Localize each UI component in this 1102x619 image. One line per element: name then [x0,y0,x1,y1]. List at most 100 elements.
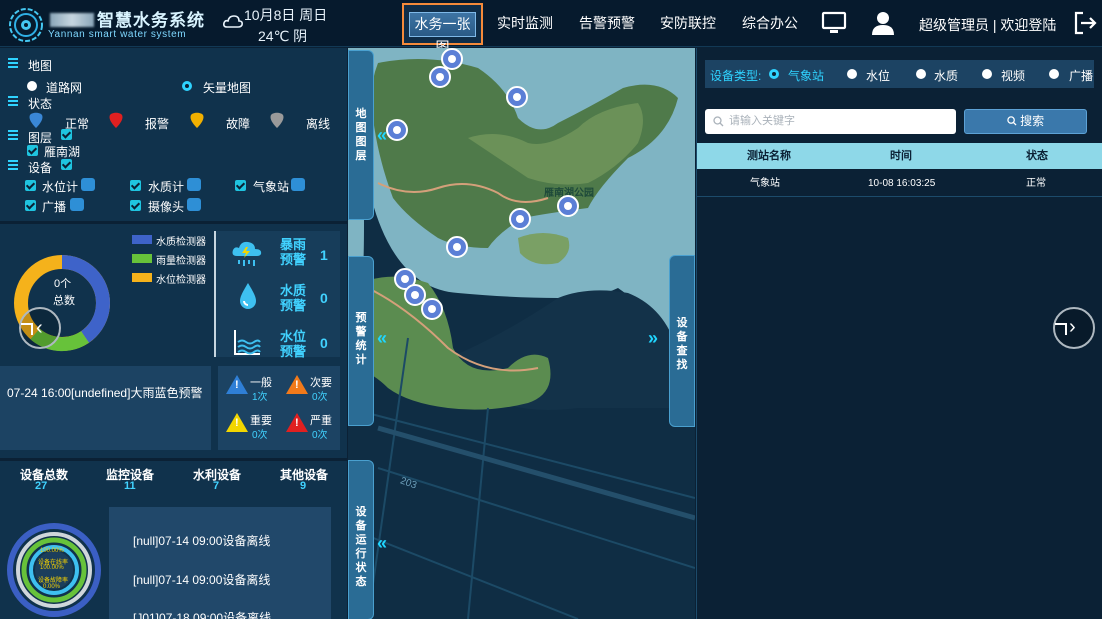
critical-level-count: 0次 [312,430,328,441]
device-pin-icon[interactable] [556,195,580,223]
important-level-icon: ! [226,413,248,432]
broadcast-label: 广播 [42,200,67,214]
minor-level-icon: ! [286,375,308,394]
logout-icon[interactable] [1073,11,1097,35]
type-video-radio[interactable] [982,69,992,79]
tab-water-map-label: 水务一张图 [409,12,476,55]
camera-checkbox[interactable] [130,200,141,211]
weather-station-checkbox[interactable] [235,180,246,191]
type-water-level-radio[interactable] [847,69,857,79]
water-quality-device-icon [187,178,201,191]
legend-water-level: 水位检测器 [156,275,206,286]
device-all-checkbox[interactable] [61,159,72,170]
chevron-left-icon[interactable]: « [377,328,387,349]
tab-office[interactable]: 综合办公 [742,13,798,33]
donut-center-value: 0个 [54,278,72,290]
logo-icon [9,8,43,42]
device-pin-icon[interactable] [420,298,444,326]
water-quality-checkbox[interactable] [130,180,141,191]
tab-warning-stats[interactable]: 预警统计 [348,256,374,426]
blurred-title-prefix [50,13,94,27]
type-water-quality-radio[interactable] [916,69,926,79]
water-level-warning-label: 水位预警 [280,329,307,359]
water-level-warning-count: 0 [320,335,328,351]
vector-map-radio[interactable] [182,81,192,91]
monitor-icon[interactable] [821,11,847,35]
chevron-left-icon[interactable]: « [377,533,387,554]
device-pin-icon[interactable] [508,208,532,236]
column-station-name: 测站名称 [747,150,791,162]
chevron-right-icon: › [1069,316,1076,338]
tab-water-map[interactable]: 水务一张图 [402,3,483,55]
type-broadcast-label: 广播 [1069,69,1094,83]
type-broadcast-radio[interactable] [1049,69,1059,79]
fault-rate-value: 0.00% [43,584,61,590]
cloud-icon [223,15,243,28]
water-level-checkbox[interactable] [25,180,36,191]
column-status: 状态 [1026,150,1048,162]
road-network-radio[interactable] [27,81,37,91]
cell-status: 正常 [1026,178,1046,189]
carousel-prev-button[interactable]: ‹ [19,307,61,349]
user-icon[interactable] [870,11,896,35]
chevron-right-icon[interactable]: » [648,328,658,349]
left-panel: 地图 道路网 矢量地图 状态 正常 报警 故障 离线 图层 雁南湖 设备 水位计… [0,48,347,619]
tab-warning-stats-label: 预警统计 [355,312,367,366]
tab-device-search[interactable]: 设备查找 [669,255,695,427]
tab-map-layers[interactable]: 地图图层 [348,50,374,220]
minor-level-count: 0次 [312,392,328,403]
water-quality-warning-count: 0 [320,290,328,306]
offline-log-box: [null]07-14 09:00设备离线 [null]07-14 09:00设… [109,507,331,619]
normal-status-icon [29,112,43,128]
critical-level-icon: ! [286,413,308,432]
water-level-label: 水位计 [42,180,79,194]
tab-security-control[interactable]: 安防联控 [660,13,716,33]
date-text: 10月8日 周日 [244,7,328,23]
app-title: 智慧水务系统 [50,6,205,31]
app-title-text: 智慧水务系统 [97,11,205,30]
device-pin-icon[interactable] [428,66,452,94]
chevron-left-icon[interactable]: « [377,125,387,146]
search-button[interactable]: 搜索 [964,109,1087,134]
alarm-level-box: ! 一般 1次 ! 次要 0次 ! 重要 0次 ! 严重 0次 [218,366,340,450]
top-rate-value: 100.00% [40,548,64,554]
user-greeting: 超级管理员 | 欢迎登陆 [919,17,1057,33]
tab-device-status[interactable]: 设备运行状态 [348,460,374,619]
rainstorm-warning-count: 1 [320,247,328,263]
map-view[interactable]: 雁南湖公园 203 地图图层 « 预警统计 « 设备运行状态 « 设备查找 » [348,48,695,619]
yannan-lake-checkbox[interactable] [27,145,38,156]
tab-realtime-monitor[interactable]: 实时监测 [497,13,553,33]
total-devices-value: 27 [35,480,48,492]
broadcast-checkbox[interactable] [25,200,36,211]
device-type-filter: 设备类型: 气象站 水位 水质 视频 广播 [705,60,1094,88]
tab-alarm-warning[interactable]: 告警预警 [579,13,635,33]
table-row[interactable]: 气象站 10-08 16:03:25 正常 [697,171,1102,197]
layer-section-icon [8,130,18,140]
device-pin-icon[interactable] [505,86,529,114]
alarm-status-label: 报警 [145,117,170,131]
search-input[interactable]: 请输入关键字 [705,109,956,134]
app-subtitle: Yannan smart water system [48,29,187,40]
offline-log-item: [J01]07-18 09:00设备离线 [133,611,272,619]
type-water-level-label: 水位 [866,69,891,83]
water-quality-warning-label: 水质预警 [280,283,307,313]
road-network-label: 道路网 [46,81,83,95]
layer-all-checkbox[interactable] [61,129,72,140]
device-pin-icon[interactable] [445,236,469,264]
legend-swatch-water-level [132,273,152,282]
type-video-label: 视频 [1001,69,1026,83]
device-section-icon [8,160,18,170]
tab-map-layers-label: 地图图层 [355,108,367,162]
device-pin-icon[interactable] [385,119,409,147]
app-root: 智慧水务系统 Yannan smart water system 10月8日 周… [0,0,1102,619]
legend-swatch-rain [132,254,152,263]
status-section-icon [8,96,18,106]
broadcast-device-icon [70,198,84,211]
tab-device-search-label: 设备查找 [676,317,688,371]
map-section-label: 地图 [28,59,53,73]
carousel-next-button[interactable]: › [1053,307,1095,349]
search-icon [1007,116,1017,126]
type-weather-radio[interactable] [769,69,779,79]
type-water-quality-label: 水质 [934,69,959,83]
legend-swatch-water-quality [132,235,152,244]
